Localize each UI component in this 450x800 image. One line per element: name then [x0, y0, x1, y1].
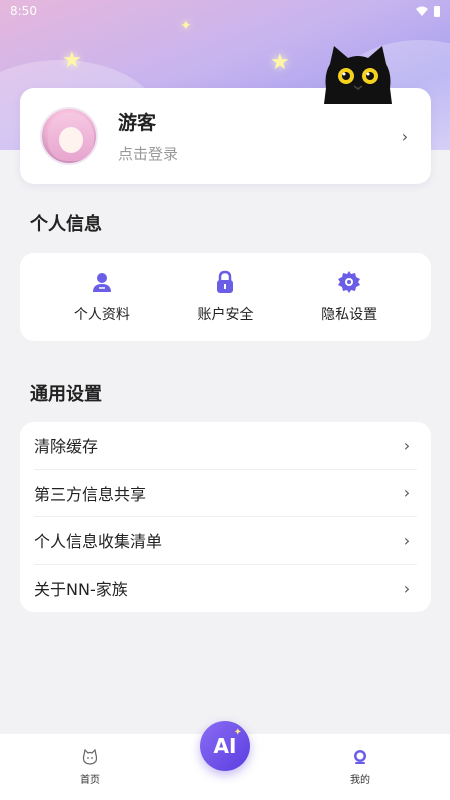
ai-assistant-button[interactable]: AI ✦ — [200, 721, 250, 771]
tab-label-mine: 我的 — [350, 774, 370, 786]
profile-name: 游客 — [118, 112, 157, 134]
status-time: 8:50 — [10, 4, 37, 18]
settings-row-about[interactable]: 关于NN-家族 › — [34, 565, 417, 613]
person-icon — [92, 273, 111, 292]
gear-icon — [338, 271, 361, 293]
chevron-right-icon: › — [403, 578, 411, 598]
login-prompt[interactable]: 点击登录 — [118, 143, 395, 164]
battery-icon — [434, 5, 440, 17]
account-security-button[interactable]: 账户安全 — [175, 270, 275, 324]
chevron-right-icon: › — [403, 435, 411, 455]
lock-icon — [217, 270, 234, 293]
cat-mascot-icon — [324, 46, 392, 104]
tab-mine[interactable]: 我的 — [330, 749, 390, 786]
chevron-right-icon: › — [403, 483, 411, 503]
wifi-icon — [416, 6, 428, 16]
chevron-right-icon: › — [401, 126, 409, 146]
settings-row-third-party-sharing[interactable]: 第三方信息共享 › — [34, 470, 417, 517]
info-item-label: 个人资料 — [73, 307, 130, 323]
settings-label: 清除缓存 — [34, 437, 99, 457]
info-item-label: 账户安全 — [197, 307, 254, 323]
privacy-settings-button[interactable]: 隐私设置 — [299, 270, 399, 324]
tab-label-home: 首页 — [80, 774, 100, 786]
avatar[interactable] — [40, 107, 98, 165]
chevron-right-icon: › — [403, 530, 411, 550]
profile-tab-icon — [354, 749, 366, 764]
info-item-label: 隐私设置 — [321, 307, 378, 323]
settings-row-info-collection-list[interactable]: 个人信息收集清单 › — [34, 517, 417, 565]
section-title-general-settings: 通用设置 — [30, 384, 102, 405]
cat-face-icon — [82, 748, 98, 765]
profile-details-button[interactable]: 个人资料 — [52, 270, 152, 324]
sparkle-icon: ✦ — [233, 727, 242, 738]
tab-home[interactable]: 首页 — [60, 748, 120, 786]
personal-info-card: 个人资料 账户安全 隐私设置 — [20, 253, 431, 341]
star-icon: ★ — [62, 48, 82, 73]
status-bar: 8:50 — [0, 0, 450, 22]
star-icon: ★ — [270, 50, 290, 75]
settings-label: 第三方信息共享 — [34, 484, 147, 504]
settings-row-clear-cache[interactable]: 清除缓存 › — [34, 422, 417, 470]
settings-label: 关于NN-家族 — [34, 580, 128, 600]
settings-label: 个人信息收集清单 — [34, 532, 163, 552]
section-title-personal-info: 个人信息 — [30, 214, 102, 235]
general-settings-card: 清除缓存 › 第三方信息共享 › 个人信息收集清单 › 关于NN-家族 › — [20, 422, 431, 612]
